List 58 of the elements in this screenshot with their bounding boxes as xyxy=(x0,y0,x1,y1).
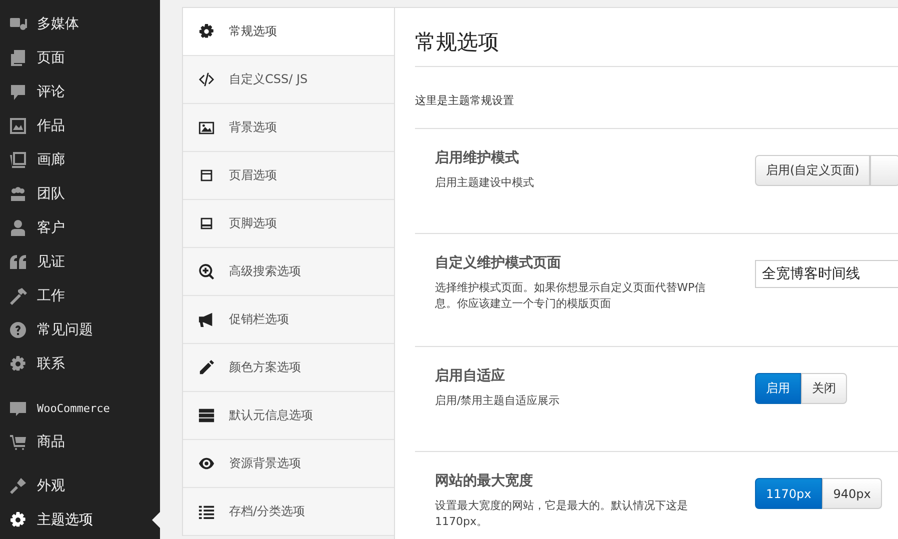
list-icon xyxy=(198,503,215,520)
sidebar-item[interactable]: 作品 xyxy=(0,109,160,143)
sidebar-item[interactable]: 主题选项 xyxy=(0,503,160,537)
setting-description: 启用/禁用主题自适应展示 xyxy=(435,393,561,409)
sidebar-item[interactable]: 团队 xyxy=(0,177,160,211)
toggle-button[interactable]: 940px xyxy=(822,478,882,509)
setting-description: 设置最大宽度的网站，它是最大的。默认情况下这是1170px。 xyxy=(435,498,689,530)
help-icon xyxy=(9,321,27,339)
gallery-icon xyxy=(9,151,27,169)
header-layout-icon xyxy=(198,167,215,184)
settings-icon xyxy=(198,23,215,40)
setting-description: 启用主题建设中模式 xyxy=(435,175,535,191)
cart-icon xyxy=(9,433,27,451)
zoom-in-icon xyxy=(198,263,215,280)
toggle-button[interactable]: 关闭 xyxy=(801,373,847,404)
sidebar-item[interactable]: WooCommerce xyxy=(0,391,160,425)
sidebar-item[interactable]: 联系 xyxy=(0,347,160,381)
sidebar-item[interactable]: 见证 xyxy=(0,245,160,279)
sidebar-item[interactable]: 客户 xyxy=(0,211,160,245)
pencil-icon xyxy=(198,359,215,376)
settings-icon xyxy=(9,511,27,529)
sidebar-item[interactable]: 多媒体 xyxy=(0,7,160,41)
page-title: 常规选项 xyxy=(415,8,898,67)
sidebar-item[interactable]: 页面 xyxy=(0,41,160,75)
footer-layout-icon xyxy=(198,215,215,232)
current-indicator xyxy=(152,512,160,528)
sidebar-item[interactable]: 常见问题 xyxy=(0,313,160,347)
pages-icon xyxy=(9,49,27,67)
options-tab[interactable]: 常规选项 xyxy=(183,8,394,56)
speech-bubble-icon xyxy=(9,83,27,101)
quote-icon xyxy=(9,253,27,271)
image-icon xyxy=(9,117,27,135)
bars-icon xyxy=(198,407,215,424)
hammer-icon xyxy=(9,287,27,305)
toggle-button[interactable]: 启用(自定义页面) xyxy=(755,155,870,186)
people-icon xyxy=(9,185,27,203)
sidebar-item[interactable]: 商品 xyxy=(0,425,160,459)
setting-title: 启用维护模式 xyxy=(435,149,520,167)
setting-title: 自定义维护模式页面 xyxy=(435,254,562,272)
toggle-button[interactable] xyxy=(870,155,898,186)
toggle-button[interactable]: 1170px xyxy=(755,478,822,509)
megaphone-icon xyxy=(198,311,215,328)
page-dropdown[interactable]: 全宽博客时间线 xyxy=(755,260,898,288)
image-icon xyxy=(198,119,215,136)
code-icon xyxy=(198,71,215,88)
intro-text: 这里是主题常规设置 xyxy=(415,67,898,129)
person-icon xyxy=(9,219,27,237)
media-icon xyxy=(9,15,27,33)
setting-title: 网站的最大宽度 xyxy=(435,472,534,490)
toggle-button[interactable]: 启用 xyxy=(755,373,801,404)
settings-icon xyxy=(9,355,27,373)
setting-title: 启用自适应 xyxy=(435,367,506,385)
eye-icon xyxy=(198,455,215,472)
sidebar-item[interactable]: 外观 xyxy=(0,469,160,503)
setting-description: 选择维护模式页面。如果你想显示自定义页面代替WP信息。你应该建立一个专门的模版页面 xyxy=(435,280,707,312)
sidebar-item[interactable]: 评论 xyxy=(0,75,160,109)
sidebar-item[interactable]: 工作 xyxy=(0,279,160,313)
sidebar-item[interactable]: 画廊 xyxy=(0,143,160,177)
